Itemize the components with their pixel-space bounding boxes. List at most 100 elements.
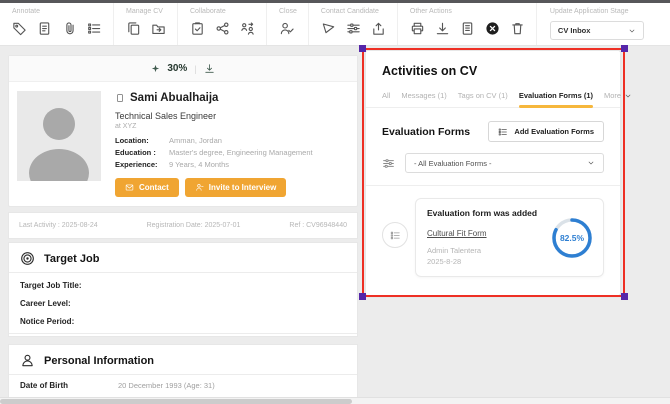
divider xyxy=(366,185,620,186)
target-job-field-label: Career Level: xyxy=(20,294,346,312)
tab-evaluation-forms-1[interactable]: Evaluation Forms (1) xyxy=(519,91,593,107)
tab-label: All xyxy=(382,91,390,100)
printer-icon[interactable] xyxy=(410,21,425,36)
person-icon xyxy=(20,353,35,368)
target-job-field-label: Notice Period: xyxy=(20,312,346,330)
target-job-card: Target Job Target Job Title:Career Level… xyxy=(8,242,358,337)
horizontal-scrollbar xyxy=(0,397,670,404)
action-toolbar: Annotate Manage CV Collaborate Close Contact… xyxy=(0,3,670,46)
toolbar-section-label: Other Actions xyxy=(410,8,525,15)
contact-button-label: Contact xyxy=(139,183,169,192)
paperclip-icon[interactable] xyxy=(62,21,77,36)
toolbar-section-label: Manage CV xyxy=(126,8,166,15)
activities-title: Activities on CV xyxy=(382,64,604,78)
profile-field-row: Location:Amman, Jordan xyxy=(115,136,349,145)
target-job-rows: Target Job Title:Career Level:Notice Per… xyxy=(9,273,357,333)
invite-to-interview-button[interactable]: Invite to Interview xyxy=(185,178,287,197)
tab-label: Tags on CV (1) xyxy=(458,91,508,100)
checklist-icon xyxy=(390,230,401,241)
evaluation-form-link[interactable]: Cultural Fit Form xyxy=(427,229,487,238)
close-circle-icon[interactable] xyxy=(485,21,500,36)
candidate-info: Sami Abualhaija Technical Sales Engineer… xyxy=(115,91,349,197)
match-sparkle-icon xyxy=(151,64,160,73)
toolbar-section-annotate: Annotate xyxy=(0,3,114,45)
chevron-down-icon xyxy=(587,159,595,167)
toolbar-section-label: Close xyxy=(279,8,297,15)
trash-icon[interactable] xyxy=(510,21,525,36)
tab-all[interactable]: All xyxy=(382,91,390,107)
profile-body: Sami Abualhaija Technical Sales Engineer… xyxy=(9,82,357,206)
target-job-title: Target Job xyxy=(44,253,99,265)
score-divider: | xyxy=(194,64,196,74)
cv-document-icon xyxy=(115,93,125,103)
invite-button-label: Invite to Interview xyxy=(209,183,277,192)
add-evaluation-form-button[interactable]: Add Evaluation Forms xyxy=(488,121,604,142)
filter-select-value: - All Evaluation Forms - xyxy=(414,159,492,168)
toolbar-section-collaborate: Collaborate xyxy=(178,3,267,45)
tag-icon[interactable] xyxy=(12,21,27,36)
last-activity: Last Activity : 2025-08-24 xyxy=(19,222,98,229)
toolbar-sections: Annotate Manage CV Collaborate Close Contact… xyxy=(0,3,537,45)
download-cv-icon[interactable] xyxy=(204,63,215,74)
toolbar-section-manage-cv: Manage CV xyxy=(114,3,178,45)
document-icon[interactable] xyxy=(460,21,475,36)
tab-more[interactable]: More xyxy=(604,91,632,107)
candidate-avatar xyxy=(17,91,101,181)
target-job-field-label: Target Job Title: xyxy=(20,276,346,294)
cv-reference: Ref : CV96948440 xyxy=(289,222,347,229)
evaluation-forms-filter-select[interactable]: - All Evaluation Forms - xyxy=(405,153,604,173)
upload-icon[interactable] xyxy=(371,21,386,36)
divider xyxy=(9,333,357,334)
toolbar-section-label: Contact Candidate xyxy=(321,8,386,15)
evaluation-event-badge xyxy=(382,222,408,248)
personal-info-title: Personal Information xyxy=(44,355,154,367)
field-value: Amman, Jordan xyxy=(169,136,222,145)
activities-tabs: All Messages (1) Tags on CV (1) Evaluation … xyxy=(366,91,620,108)
candidate-job-title: Technical Sales Engineer xyxy=(115,111,349,121)
evaluation-score-value: 82.5% xyxy=(550,216,594,260)
send-icon[interactable] xyxy=(321,21,336,36)
match-score-bar: 30% | xyxy=(9,56,357,82)
add-evaluation-form-label: Add Evaluation Forms xyxy=(514,127,594,136)
checklist-icon xyxy=(498,127,508,137)
field-value: 9 Years, 4 Months xyxy=(169,160,229,169)
evaluation-score-ring: 82.5% xyxy=(550,216,594,260)
toolbar-section-label: Collaborate xyxy=(190,8,255,15)
dob-value: 20 December 1993 (Age: 31) xyxy=(118,381,215,390)
candidate-profile-card: 30% | Sami Abualhaija Technical Sales En… xyxy=(8,55,358,207)
tab-tags-on-cv-1[interactable]: Tags on CV (1) xyxy=(458,91,508,107)
application-stage-block: Update Application Stage CV Inbox xyxy=(537,3,644,45)
note-icon[interactable] xyxy=(37,21,52,36)
checklist-icon[interactable] xyxy=(87,21,102,36)
match-score-value: 30% xyxy=(167,63,187,74)
download-icon[interactable] xyxy=(435,21,450,36)
toolbar-section-close: Close xyxy=(267,3,309,45)
person-icon xyxy=(195,183,204,192)
tab-messages-1[interactable]: Messages (1) xyxy=(401,91,446,107)
candidate-name: Sami Abualhaija xyxy=(130,92,218,104)
toolbar-section-label: Annotate xyxy=(12,8,102,15)
field-label: Education : xyxy=(115,148,169,157)
person-check-icon[interactable] xyxy=(279,21,294,36)
horizontal-scrollbar-thumb[interactable] xyxy=(0,399,352,404)
filter-sliders-icon[interactable] xyxy=(382,157,395,170)
application-stage-value: CV Inbox xyxy=(558,26,591,35)
application-stage-select[interactable]: CV Inbox xyxy=(550,21,644,40)
date-of-birth-row: Date of Birth 20 December 1993 (Age: 31) xyxy=(9,375,357,396)
copy-icon[interactable] xyxy=(126,21,141,36)
activity-event-row: Evaluation form was added Cultural Fit F… xyxy=(382,198,604,277)
sliders-icon[interactable] xyxy=(346,21,361,36)
personal-info-card: Personal Information Date of Birth 20 De… xyxy=(8,344,358,398)
activities-panel: Activities on CV All Messages (1) Tags on … xyxy=(365,50,621,296)
people-swap-icon[interactable] xyxy=(240,21,255,36)
tab-label: More xyxy=(604,91,621,100)
candidate-fields: Location:Amman, Jordan Education :Master'… xyxy=(115,136,349,169)
folder-move-icon[interactable] xyxy=(151,21,166,36)
field-value: Master's degree, Engineering Management xyxy=(169,148,313,157)
contact-button[interactable]: Contact xyxy=(115,178,179,197)
cv-meta-bar: Last Activity : 2025-08-24 Registration … xyxy=(8,212,358,239)
clipboard-check-icon[interactable] xyxy=(190,21,205,36)
field-label: Experience: xyxy=(115,160,169,169)
dob-label: Date of Birth xyxy=(20,381,118,390)
share-icon[interactable] xyxy=(215,21,230,36)
